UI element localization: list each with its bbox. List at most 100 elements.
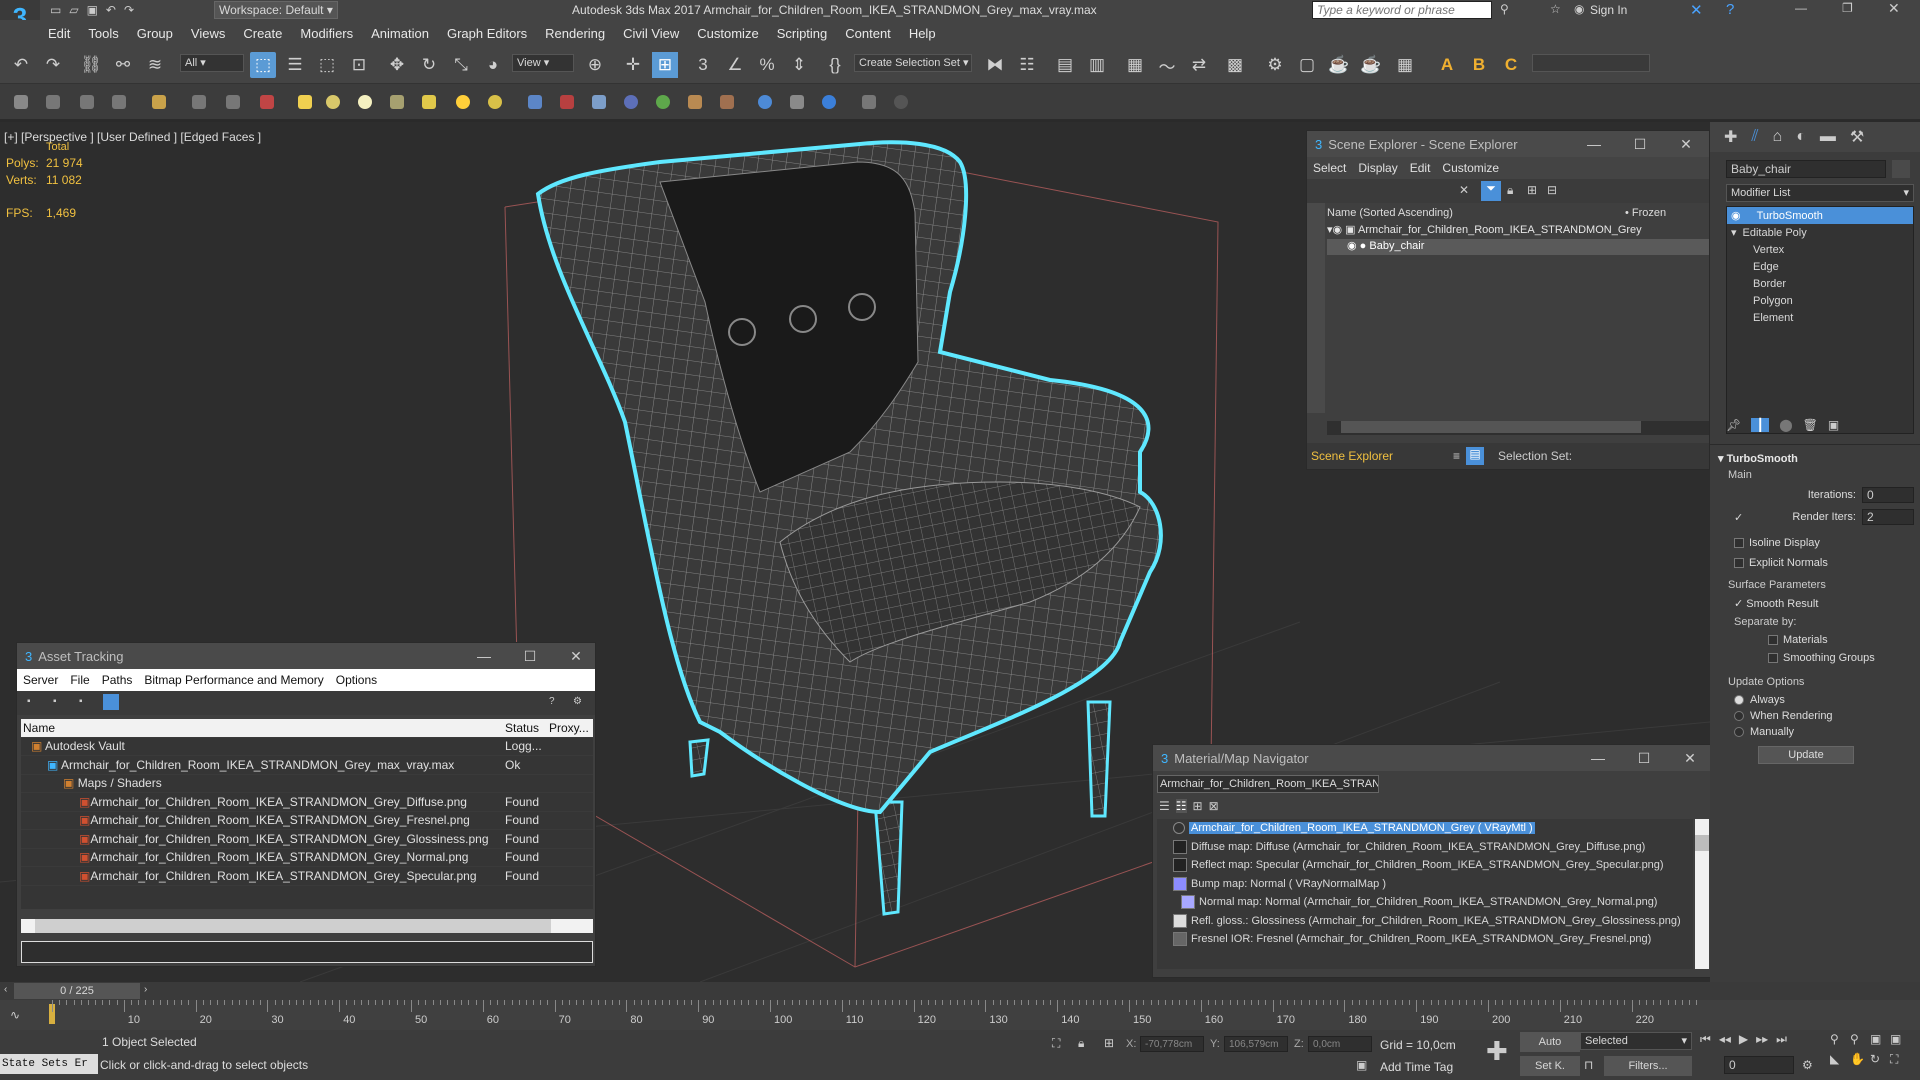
- name-header[interactable]: Name: [21, 721, 505, 735]
- status-header[interactable]: Status: [505, 721, 549, 735]
- menu-content[interactable]: Content: [845, 26, 891, 41]
- asset-tracking-titlebar[interactable]: 3 Asset Tracking: [17, 643, 595, 669]
- stack-item-polygon[interactable]: Polygon: [1727, 292, 1913, 309]
- selection-filter-dropdown[interactable]: All ▾: [180, 54, 244, 72]
- tool-n-icon[interactable]: [456, 95, 470, 109]
- toggle-ribbon-icon[interactable]: ▦: [1122, 52, 1148, 78]
- list-item[interactable]: Bump map: Normal ( VRayNormalMap ): [1157, 875, 1693, 894]
- tool-help-icon[interactable]: [894, 95, 908, 109]
- stack-item-element[interactable]: Element: [1727, 309, 1913, 326]
- settings-icon[interactable]: ⚙: [573, 696, 582, 707]
- horizontal-scrollbar[interactable]: [1327, 421, 1709, 435]
- key-filter-dropdown[interactable]: Selected ▾: [1580, 1032, 1692, 1050]
- checkin-icon[interactable]: ▪: [79, 696, 83, 707]
- menu-server[interactable]: Server: [23, 673, 58, 687]
- keyboard-shortcut-override-icon[interactable]: ⊞: [652, 52, 678, 78]
- scene-row-baby-chair[interactable]: ◉ ● Baby_chair: [1327, 239, 1709, 255]
- maximize-button[interactable]: ☐: [1635, 749, 1653, 767]
- prev-frame-icon[interactable]: ‹: [4, 984, 7, 995]
- lock-icon[interactable]: 🔒︎: [1507, 183, 1513, 198]
- new-file-icon[interactable]: ▭: [50, 3, 61, 17]
- tool-w-icon[interactable]: [758, 95, 772, 109]
- tool-g-icon[interactable]: [226, 95, 240, 109]
- eye-icon[interactable]: ◉ ●: [1347, 240, 1366, 252]
- previous-frame-icon[interactable]: ◂◂: [1719, 1032, 1731, 1047]
- stack-item-editable-poly[interactable]: ▾ Editable Poly: [1727, 224, 1913, 241]
- list-item[interactable]: Diffuse map: Diffuse (Armchair_for_Child…: [1157, 838, 1693, 857]
- list-item[interactable]: Reflect map: Specular (Armchair_for_Chil…: [1157, 856, 1693, 875]
- key-filters-button[interactable]: Filters...: [1604, 1056, 1692, 1076]
- add-time-tag[interactable]: Add Time Tag: [1380, 1060, 1453, 1074]
- menu-civil-view[interactable]: Civil View: [623, 26, 679, 41]
- configure-sets-icon[interactable]: ▣: [1828, 418, 1839, 432]
- undo-icon[interactable]: ↶: [106, 3, 116, 17]
- field-of-view-icon[interactable]: ◣: [1830, 1052, 1850, 1067]
- next-frame-icon[interactable]: ›: [144, 984, 147, 995]
- sign-in-link[interactable]: Sign In: [1590, 3, 1627, 17]
- reference-coordinate-dropdown[interactable]: View ▾: [512, 54, 574, 72]
- window-crossing-icon[interactable]: ⊡: [346, 52, 372, 78]
- smoothing-groups-checkbox[interactable]: [1768, 653, 1778, 664]
- schematic-view-icon[interactable]: ⇄: [1186, 52, 1212, 78]
- close-button[interactable]: ✕: [1677, 135, 1695, 153]
- stack-item-turbosmooth[interactable]: ◉ TurboSmooth: [1727, 207, 1913, 224]
- set-key-button[interactable]: Set K.: [1520, 1056, 1580, 1076]
- link-icon[interactable]: ⛓: [78, 52, 104, 78]
- material-editor-icon[interactable]: ▩: [1222, 52, 1248, 78]
- checkout-icon[interactable]: ▪: [53, 696, 57, 707]
- rendered-frame-window-icon[interactable]: ▢: [1294, 52, 1320, 78]
- zoom-all-icon[interactable]: ⚲: [1850, 1032, 1870, 1046]
- menu-bitmap-performance[interactable]: Bitmap Performance and Memory: [144, 673, 323, 687]
- current-frame-field[interactable]: [1724, 1056, 1794, 1074]
- time-tag-icon[interactable]: ▣: [1356, 1058, 1367, 1072]
- remove-modifier-icon[interactable]: 🗑︎: [1803, 418, 1818, 432]
- material-navigator-titlebar[interactable]: 3 Material/Map Navigator: [1153, 745, 1711, 771]
- menu-paths[interactable]: Paths: [102, 673, 133, 687]
- tool-l-icon[interactable]: [390, 95, 404, 109]
- close-button[interactable]: ✕: [567, 647, 585, 665]
- list-item[interactable]: Armchair_for_Children_Room_IKEA_STRANDMO…: [1157, 819, 1693, 838]
- view-list-icon[interactable]: ☰: [1159, 799, 1170, 813]
- help-search-input[interactable]: [1312, 1, 1492, 19]
- expand-icon[interactable]: ▾: [1731, 226, 1737, 239]
- clear-search-icon[interactable]: ✕: [1459, 183, 1469, 197]
- minimize-button[interactable]: —: [1589, 749, 1607, 767]
- render-iterative-icon[interactable]: ☕: [1358, 52, 1384, 78]
- pivot-center-icon[interactable]: ⊕: [582, 52, 608, 78]
- stack-item-vertex[interactable]: Vertex: [1727, 241, 1913, 258]
- menu-help[interactable]: Help: [909, 26, 936, 41]
- tool-m-icon[interactable]: [422, 95, 436, 109]
- user-icon[interactable]: ◉: [1574, 2, 1584, 16]
- absolute-mode-icon[interactable]: ⊞: [1104, 1036, 1114, 1050]
- layers-toggle-icon[interactable]: ≡: [1453, 449, 1460, 463]
- show-end-result-icon[interactable]: ┃: [1751, 418, 1770, 432]
- select-manipulate-icon[interactable]: ✛: [620, 52, 646, 78]
- view-large-icons-icon[interactable]: ⊠: [1209, 799, 1219, 813]
- curve-editor-mini-icon[interactable]: ∿: [10, 1008, 20, 1022]
- bind-spacewarp-icon[interactable]: ≋: [142, 52, 168, 78]
- tool-q-icon[interactable]: [560, 95, 574, 109]
- scene-row-armchair[interactable]: ▾◉ ▣ Armchair_for_Children_Room_IKEA_STR…: [1327, 223, 1709, 239]
- tool-k-icon[interactable]: [358, 95, 372, 109]
- table-row[interactable]: ▣ Maps / Shaders: [21, 775, 593, 793]
- asset-path-field[interactable]: [21, 941, 593, 963]
- text-c-icon[interactable]: C: [1498, 52, 1524, 78]
- redo-icon[interactable]: ↷: [40, 52, 66, 78]
- render-production-icon[interactable]: ☕: [1326, 52, 1352, 78]
- menu-modifiers[interactable]: Modifiers: [300, 26, 353, 41]
- binoculars-icon[interactable]: ⚲: [1500, 2, 1509, 16]
- table-row[interactable]: ▣Armchair_for_Children_Room_IKEA_STRANDM…: [21, 830, 593, 849]
- hierarchy-icon[interactable]: ⊞: [1527, 183, 1537, 197]
- tool-e-icon[interactable]: [152, 95, 166, 109]
- tool-t-icon[interactable]: [656, 95, 670, 109]
- table-row[interactable]: ▣Armchair_for_Children_Room_IKEA_STRANDM…: [21, 867, 593, 886]
- next-frame-icon[interactable]: ▸▸: [1756, 1032, 1768, 1047]
- tool-f-icon[interactable]: [192, 95, 206, 109]
- modifier-list-dropdown[interactable]: Modifier List ▾: [1726, 184, 1914, 202]
- table-row[interactable]: ▣Armchair_for_Children_Room_IKEA_STRANDM…: [21, 812, 593, 830]
- frozen-column-header[interactable]: • Frozen: [1625, 207, 1666, 219]
- eye-icon[interactable]: ◉: [1731, 209, 1741, 222]
- tool-j-icon[interactable]: [326, 95, 340, 109]
- auto-key-button[interactable]: Auto: [1520, 1032, 1580, 1052]
- help-icon[interactable]: ?: [549, 696, 555, 707]
